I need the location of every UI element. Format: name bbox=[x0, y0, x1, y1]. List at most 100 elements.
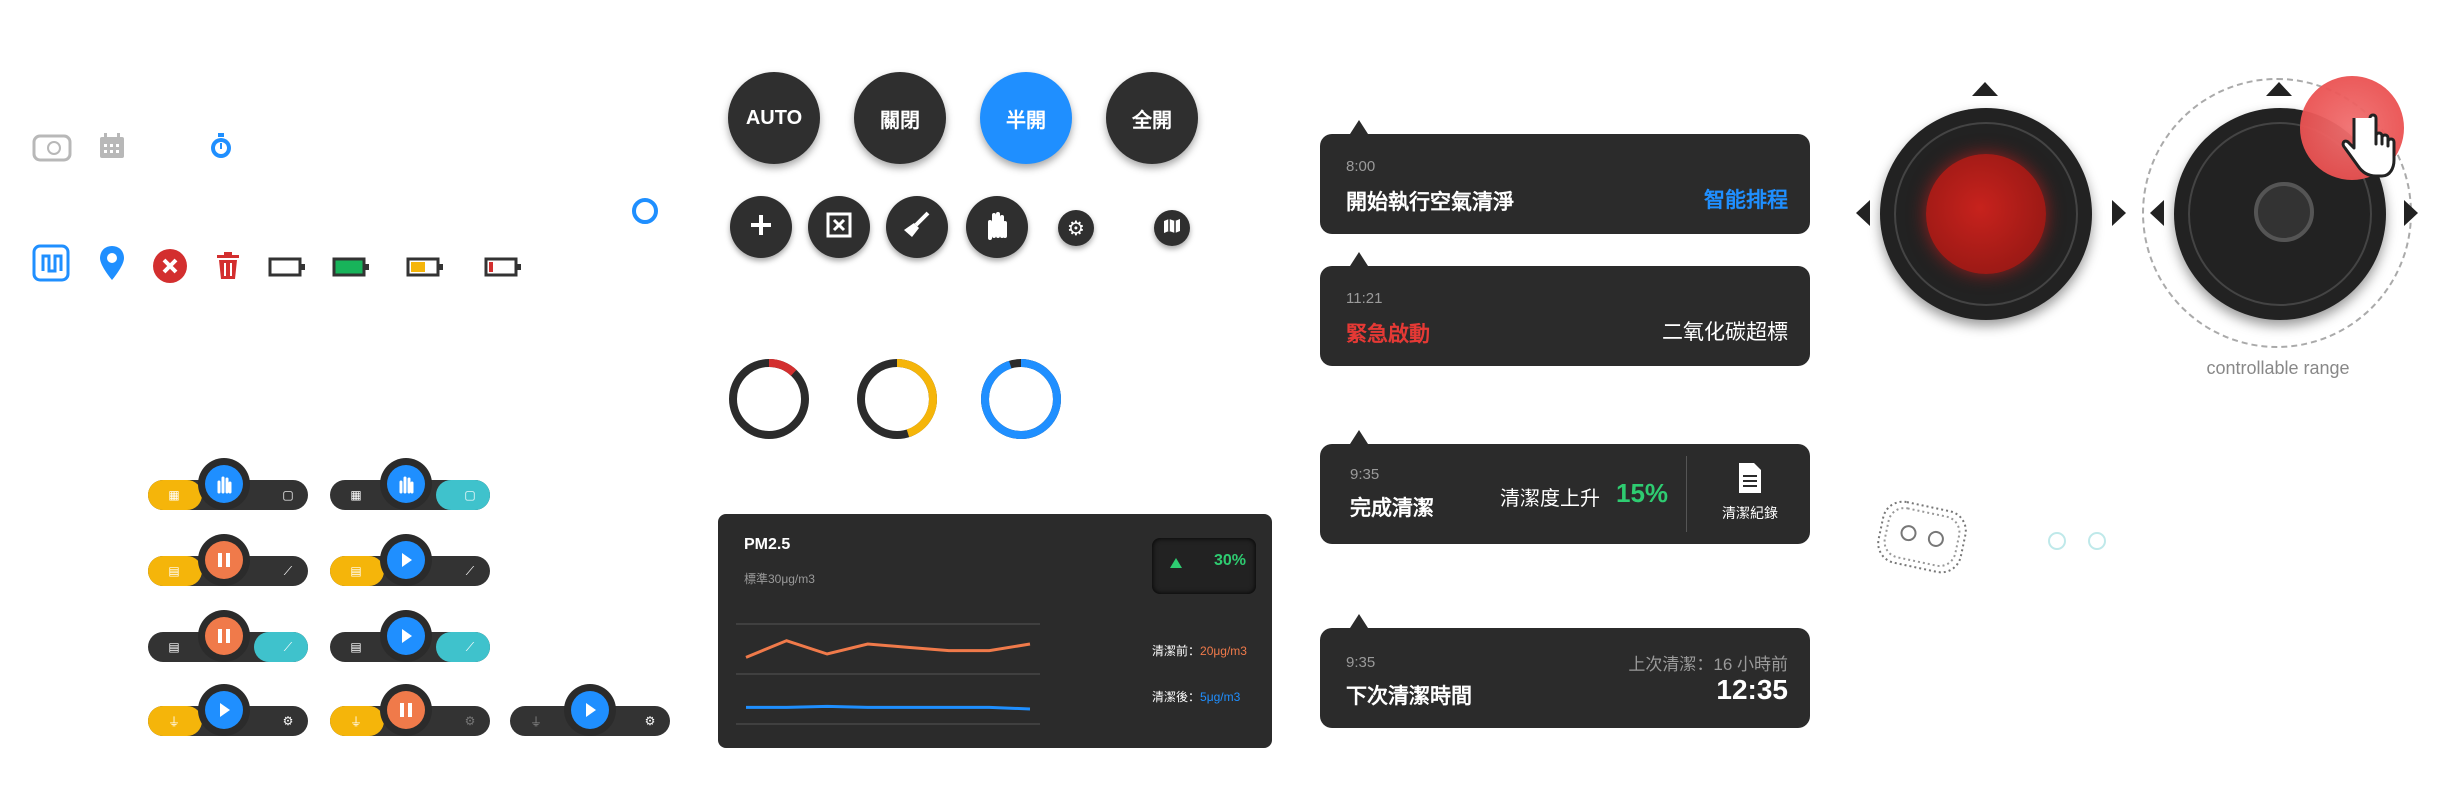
control-pill[interactable]: ▦ ▢ bbox=[148, 458, 308, 510]
settings-button[interactable]: ⚙ bbox=[1058, 210, 1094, 246]
notification-card[interactable]: 11:21 緊急啟動 二氧化碳超標 bbox=[1320, 252, 1810, 366]
play-knob[interactable] bbox=[380, 534, 432, 586]
pm25-standard: 標準30μg/m3 bbox=[744, 572, 815, 586]
after-value: 5μg/m3 bbox=[1200, 690, 1241, 704]
pointer-hand-icon bbox=[2340, 112, 2396, 187]
up-arrow-icon bbox=[1170, 558, 1182, 568]
battery-full-icon bbox=[332, 256, 370, 283]
arrow-right-icon[interactable] bbox=[2112, 200, 2126, 226]
mode-half-open-button[interactable]: 半開 bbox=[980, 72, 1072, 164]
last-clean-text: 上次清潔：16 小時前 bbox=[1628, 655, 1788, 674]
calendar-icon: ▦ bbox=[350, 488, 362, 502]
clean-button[interactable] bbox=[886, 196, 948, 258]
notification-card[interactable]: 8:00 開始執行空氣清淨 智能排程 bbox=[1320, 120, 1810, 234]
plug-icon: ⏚ bbox=[167, 714, 180, 729]
arrow-left-icon[interactable] bbox=[2150, 200, 2164, 226]
notification-time: 9:35 bbox=[1346, 654, 1376, 671]
control-pill[interactable]: ▤ ⟋ bbox=[330, 534, 490, 586]
chart-icon: ⟋ bbox=[283, 639, 293, 654]
progress-ring-red bbox=[729, 359, 809, 439]
arrow-right-icon[interactable] bbox=[2404, 200, 2418, 226]
close-circle-icon[interactable] bbox=[152, 248, 188, 289]
pm25-line-chart bbox=[736, 623, 1040, 725]
notification-card[interactable]: 9:35 完成清潔 清潔度上升 15% 清潔紀錄 bbox=[1320, 430, 1810, 544]
gear-icon: ⚙ bbox=[1067, 217, 1085, 240]
location-pin-icon bbox=[98, 244, 126, 287]
notification-card[interactable]: 9:35 下次清潔時間 上次清潔：16 小時前 12:35 bbox=[1320, 614, 1810, 728]
change-badge: 30% bbox=[1152, 538, 1256, 594]
ring-progress bbox=[981, 359, 1061, 439]
play-knob[interactable] bbox=[564, 684, 616, 736]
joystick-control[interactable] bbox=[1880, 108, 2092, 320]
hand-mode-knob[interactable] bbox=[380, 458, 432, 510]
controllable-range-caption: controllable range bbox=[2206, 358, 2350, 378]
series-after-line bbox=[746, 704, 1031, 711]
add-button[interactable] bbox=[730, 196, 792, 258]
chart-icon: ⟋ bbox=[465, 639, 475, 654]
mode-off-button[interactable]: 關閉 bbox=[854, 72, 946, 164]
cancel-button[interactable] bbox=[808, 196, 870, 258]
pm25-panel: PM2.5 標準30μg/m3 30% 清潔前：20μg/m3 清潔後：5μg/… bbox=[718, 514, 1272, 748]
battery-empty-icon bbox=[268, 256, 306, 283]
notification-link[interactable]: 智能排程 bbox=[1704, 184, 1788, 214]
map-icon: ▤ bbox=[168, 564, 180, 578]
ring-track bbox=[729, 359, 809, 439]
control-pill[interactable]: ⏚ ⚙ bbox=[148, 684, 308, 736]
pause-knob[interactable] bbox=[198, 610, 250, 662]
broom-icon bbox=[902, 210, 932, 245]
notification-time: 8:00 bbox=[1346, 158, 1376, 175]
control-pill[interactable]: ▤ ⟋ bbox=[148, 610, 308, 662]
notification-title: 開始執行空氣清淨 bbox=[1346, 191, 1514, 214]
control-pill[interactable]: ▤ ⟋ bbox=[148, 534, 308, 586]
gear-icon: ⚙ bbox=[464, 714, 476, 728]
clean-record-button[interactable]: 清潔紀錄 bbox=[1710, 462, 1790, 523]
mode-auto-button[interactable]: AUTO bbox=[728, 72, 820, 164]
divider bbox=[1686, 456, 1687, 532]
manual-button[interactable] bbox=[966, 196, 1028, 258]
change-percent: 30% bbox=[1213, 552, 1246, 569]
arrow-up-icon[interactable] bbox=[2266, 82, 2292, 96]
arrow-up-icon[interactable] bbox=[1972, 82, 1998, 96]
battery-empty-icon bbox=[484, 256, 522, 283]
status-ring-icon bbox=[630, 196, 660, 231]
control-pill[interactable]: ▦ ▢ bbox=[330, 458, 490, 510]
pm25-title: PM2.5 bbox=[744, 536, 791, 553]
notification-detail: 二氧化碳超標 bbox=[1662, 321, 1788, 344]
document-icon bbox=[1737, 463, 1763, 498]
pause-knob[interactable] bbox=[380, 684, 432, 736]
joystick-knob[interactable] bbox=[1926, 154, 2046, 274]
after-label: 清潔後： bbox=[1152, 690, 1201, 704]
clean-rise-label: 清潔度上升 bbox=[1500, 488, 1600, 510]
hand-mode-knob[interactable] bbox=[198, 458, 250, 510]
play-knob[interactable] bbox=[380, 610, 432, 662]
next-clean-time: 12:35 bbox=[1716, 674, 1788, 705]
device-outline-icon bbox=[1866, 492, 1978, 587]
control-pill[interactable]: ⏚ ⚙ bbox=[330, 684, 490, 736]
plug-icon: ⏚ bbox=[529, 714, 542, 729]
battery-low-icon bbox=[406, 256, 444, 283]
progress-ring-yellow bbox=[857, 359, 937, 439]
plug-icon: ⏚ bbox=[349, 714, 362, 729]
chart-icon: ⟋ bbox=[283, 563, 293, 578]
clean-record-label: 清潔紀錄 bbox=[1722, 505, 1778, 521]
map-button[interactable] bbox=[1154, 210, 1190, 246]
arrow-left-icon[interactable] bbox=[1856, 200, 1870, 226]
series-before-line bbox=[745, 639, 1031, 659]
trash-icon[interactable] bbox=[216, 252, 240, 285]
indicator-dot bbox=[2088, 532, 2106, 550]
clock-device-icon: ▢ bbox=[464, 488, 476, 502]
notification-title: 緊急啟動 bbox=[1346, 323, 1430, 346]
before-value: 20μg/m3 bbox=[1200, 644, 1247, 658]
app-logo-icon bbox=[32, 244, 70, 287]
before-legend: 清潔前：20μg/m3 bbox=[1152, 642, 1247, 659]
control-pill[interactable]: ▤ ⟋ bbox=[330, 610, 490, 662]
mode-full-open-button[interactable]: 全開 bbox=[1106, 72, 1198, 164]
chart-icon: ⟋ bbox=[465, 563, 475, 578]
notification-time: 9:35 bbox=[1350, 466, 1380, 483]
pause-knob[interactable] bbox=[198, 534, 250, 586]
calendar-icon bbox=[98, 132, 126, 165]
notification-title: 下次清潔時間 bbox=[1346, 685, 1472, 708]
calendar-icon: ▦ bbox=[168, 488, 180, 502]
control-pill[interactable]: ⏚ ⚙ bbox=[510, 684, 670, 736]
play-knob[interactable] bbox=[198, 684, 250, 736]
